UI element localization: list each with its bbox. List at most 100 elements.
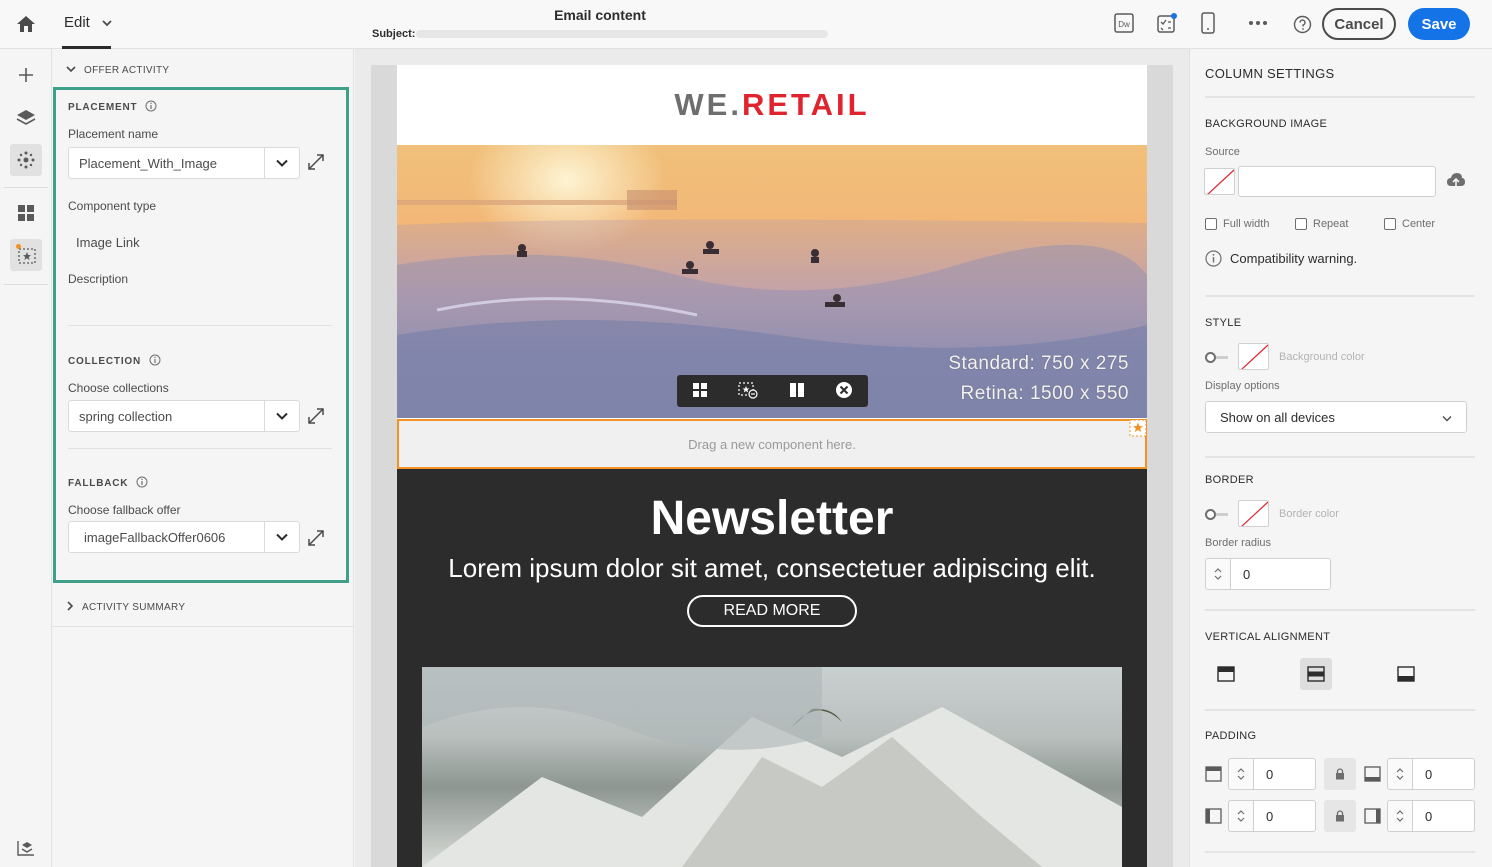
border-color-label: Border color <box>1279 508 1339 520</box>
padding-right-field[interactable]: 0 <box>1387 800 1475 832</box>
padding-lock-button[interactable] <box>1324 758 1356 790</box>
close-icon[interactable] <box>835 381 853 402</box>
background-color-toggle[interactable] <box>1205 351 1229 363</box>
display-options-select[interactable]: Show on all devices <box>1205 401 1467 433</box>
padding-bottom-input[interactable]: 0 <box>1413 758 1475 790</box>
chevron-down-icon[interactable] <box>264 522 299 552</box>
border-color-toggle[interactable] <box>1205 508 1229 520</box>
components-icon[interactable] <box>17 204 35 222</box>
chevron-down-icon[interactable] <box>264 148 299 178</box>
activity-summary-label: ACTIVITY SUMMARY <box>82 602 186 613</box>
upload-cloud-icon[interactable] <box>1446 172 1466 190</box>
align-middle-button[interactable] <box>1300 658 1332 690</box>
chevron-down-icon[interactable] <box>1396 775 1404 780</box>
offer-activity-accordion[interactable]: OFFER ACTIVITY <box>66 65 169 76</box>
mountain-image[interactable] <box>422 667 1122 867</box>
cancel-button[interactable]: Cancel <box>1322 8 1396 40</box>
expand-icon[interactable] <box>307 407 325 425</box>
activity-summary-accordion[interactable]: ACTIVITY SUMMARY <box>66 601 185 614</box>
layers-icon[interactable] <box>16 108 36 128</box>
full-width-checkbox[interactable]: Full width <box>1205 218 1269 230</box>
border-radius-stepper[interactable] <box>1205 558 1231 590</box>
info-icon[interactable] <box>149 354 161 369</box>
edit-menu[interactable]: Edit <box>64 14 112 31</box>
fallback-section-title: FALLBACK <box>68 476 148 491</box>
edit-menu-label: Edit <box>64 14 90 31</box>
email-preview[interactable]: WE.RETAIL Standard: 750 x 275 Retina: 15… <box>397 65 1147 867</box>
chevron-up-icon[interactable] <box>1237 810 1245 815</box>
chevron-down-icon[interactable] <box>264 401 299 431</box>
chevron-down-icon <box>1442 410 1452 425</box>
placement-name-select[interactable]: Placement_With_Image <box>68 147 300 179</box>
hero-dimension-standard: Standard: 750 x 275 <box>948 353 1129 374</box>
padding-lock-button[interactable] <box>1324 800 1356 832</box>
padding-left-input[interactable]: 0 <box>1254 800 1316 832</box>
chevron-up-icon[interactable] <box>1237 768 1245 773</box>
background-color-swatch[interactable] <box>1238 343 1269 370</box>
border-color-swatch[interactable] <box>1238 500 1269 527</box>
dreamweaver-icon[interactable]: Dw <box>1114 13 1134 33</box>
chevron-up-icon[interactable] <box>1214 568 1222 573</box>
source-swatch[interactable] <box>1204 168 1235 195</box>
chevron-up-icon[interactable] <box>1396 810 1404 815</box>
save-button[interactable]: Save <box>1408 8 1470 40</box>
placement-title: PLACEMENT <box>68 102 138 113</box>
background-image-title: BACKGROUND IMAGE <box>1205 118 1328 130</box>
structure-icon[interactable] <box>692 382 708 401</box>
padding-bottom-stepper[interactable] <box>1387 758 1413 790</box>
padding-right-icon <box>1364 808 1381 824</box>
mobile-preview-icon[interactable] <box>1201 12 1215 34</box>
align-top-button[interactable] <box>1210 658 1242 690</box>
padding-top-stepper[interactable] <box>1228 758 1254 790</box>
source-input[interactable] <box>1238 166 1436 197</box>
navigation-tree-icon[interactable] <box>16 838 36 858</box>
more-icon[interactable] <box>1248 20 1268 26</box>
padding-title: PADDING <box>1205 730 1257 742</box>
padding-right-stepper[interactable] <box>1387 800 1413 832</box>
chevron-up-icon[interactable] <box>1396 768 1404 773</box>
chevron-down-icon[interactable] <box>1214 575 1222 580</box>
newsletter-block[interactable]: Newsletter Lorem ipsum dolor sit amet, c… <box>397 469 1147 867</box>
padding-top-input[interactable]: 0 <box>1254 758 1316 790</box>
padding-right-input[interactable]: 0 <box>1413 800 1475 832</box>
padding-left-stepper[interactable] <box>1228 800 1254 832</box>
padding-bottom-field[interactable]: 0 <box>1387 758 1475 790</box>
expand-icon[interactable] <box>307 153 325 171</box>
expand-icon[interactable] <box>307 529 325 547</box>
add-icon[interactable] <box>18 67 34 83</box>
center-checkbox[interactable]: Center <box>1384 218 1435 230</box>
columns-icon[interactable] <box>789 382 805 401</box>
repeat-label: Repeat <box>1313 218 1349 230</box>
help-icon[interactable] <box>1293 15 1312 34</box>
rail-separator <box>4 187 48 188</box>
offer-star-icon[interactable] <box>1129 419 1147 437</box>
chevron-down-icon[interactable] <box>1396 817 1404 822</box>
border-radius-field[interactable]: 0 <box>1205 558 1331 590</box>
divider <box>1205 609 1475 611</box>
info-icon[interactable] <box>145 100 157 115</box>
padding-left-field[interactable]: 0 <box>1228 800 1316 832</box>
chevron-down-icon[interactable] <box>1237 817 1245 822</box>
align-bottom-button[interactable] <box>1390 658 1422 690</box>
chevron-down-icon[interactable] <box>1237 775 1245 780</box>
top-bar: Edit Email content Subject: Dw Cancel Sa… <box>0 0 1492 49</box>
placement-name-label: Placement name <box>68 127 159 141</box>
read-more-button[interactable]: READ MORE <box>687 595 857 627</box>
align-bottom-icon <box>1397 666 1415 682</box>
personalization-icon[interactable] <box>16 150 36 170</box>
toggle-track <box>1216 512 1228 516</box>
fallback-select[interactable]: imageFallbackOffer0606 <box>68 521 300 553</box>
info-icon[interactable] <box>136 476 148 491</box>
padding-top-field[interactable]: 0 <box>1228 758 1316 790</box>
info-icon[interactable] <box>1205 250 1222 267</box>
repeat-checkbox[interactable]: Repeat <box>1295 218 1348 230</box>
checklist-icon[interactable] <box>1156 12 1178 34</box>
offer-decision-icon[interactable] <box>16 244 38 266</box>
border-radius-label: Border radius <box>1205 537 1272 549</box>
remove-offer-icon[interactable] <box>738 381 758 402</box>
border-radius-input[interactable]: 0 <box>1231 558 1331 590</box>
offer-activity-label: OFFER ACTIVITY <box>84 65 170 76</box>
collection-select[interactable]: spring collection <box>68 400 300 432</box>
drop-zone[interactable]: Drag a new component here. <box>397 419 1147 469</box>
home-icon[interactable] <box>16 14 36 34</box>
